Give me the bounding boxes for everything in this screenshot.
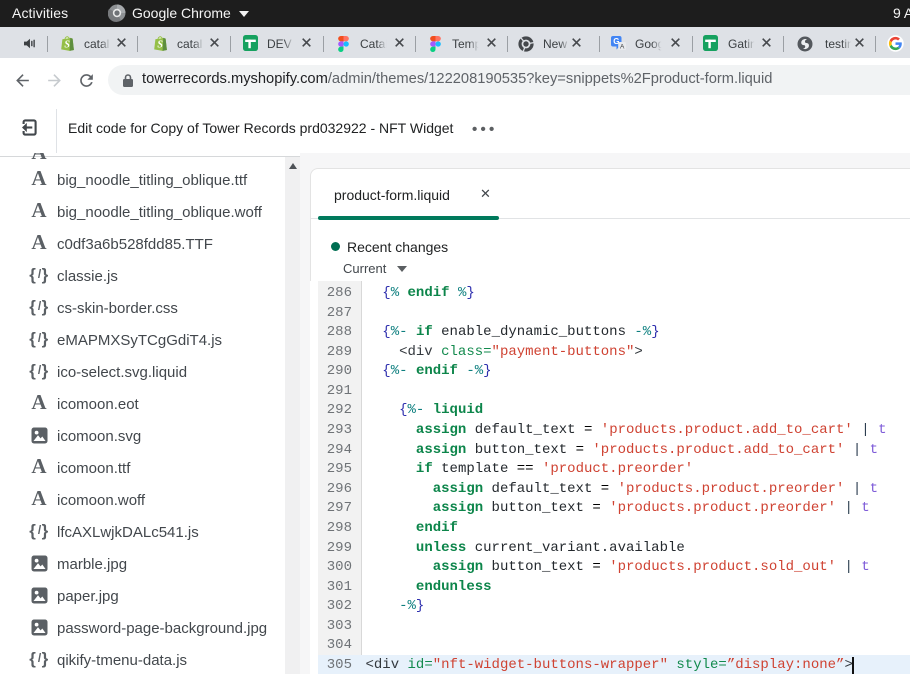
svg-text:A: A [620,43,625,50]
svg-text:S: S [157,40,163,51]
svg-text:S: S [64,40,70,51]
